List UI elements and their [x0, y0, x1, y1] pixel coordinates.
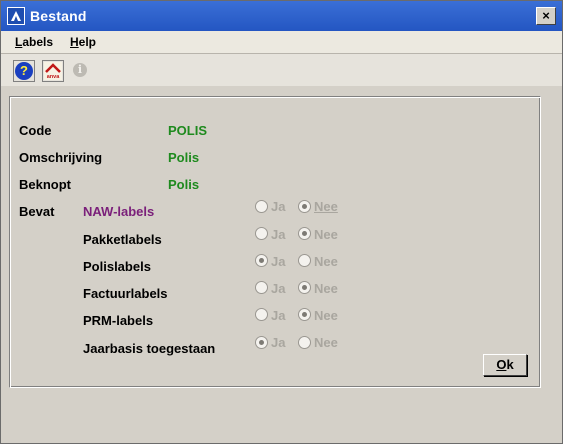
title-bar[interactable]: Bestand × — [1, 1, 562, 31]
prm-labels-nee-radio[interactable] — [298, 308, 311, 321]
factuurlabels-ja-label: Ja — [271, 281, 286, 296]
code-value: POLIS — [168, 123, 208, 138]
menu-help-mnemonic: H — [70, 35, 79, 49]
naw-labels-nee-radio[interactable] — [298, 200, 311, 213]
jaarbasis-ja-label: Ja — [271, 335, 286, 350]
factuurlabels-ja-radio[interactable] — [255, 281, 268, 294]
pakketlabels-nee-radio[interactable] — [298, 227, 311, 240]
jaarbasis-label: Jaarbasis toegestaan — [83, 341, 216, 356]
jaarbasis-nee-label: Nee — [314, 335, 338, 350]
omschrijving-value: Polis — [168, 150, 200, 165]
naw-labels-ja-label: Ja — [271, 199, 286, 214]
prm-labels-label: PRM-labels — [83, 313, 154, 328]
help-icon: ? — [15, 62, 33, 80]
menu-help-rest: elp — [78, 35, 97, 49]
factuurlabels-nee-radio[interactable] — [298, 281, 311, 294]
anva-logo-icon: anva — [44, 62, 62, 80]
close-button[interactable]: × — [536, 7, 556, 25]
app-logo-icon — [7, 7, 25, 25]
prm-labels-ja-label: Ja — [271, 308, 286, 323]
bestand-window: Bestand × Labels Help ? anva i Code POLI… — [0, 0, 563, 444]
help-button[interactable]: ? — [13, 60, 35, 82]
jaarbasis-nee-radio[interactable] — [298, 336, 311, 349]
prm-labels-nee-label: Nee — [314, 308, 338, 323]
menu-bar: Labels Help — [1, 31, 562, 54]
polislabels-label: Polislabels — [83, 259, 151, 274]
ok-button[interactable]: Ok — [483, 354, 527, 376]
pakketlabels-ja-radio[interactable] — [255, 227, 268, 240]
bevat-label: Bevat — [19, 204, 55, 219]
polislabels-nee-label: Nee — [314, 254, 338, 269]
beknopt-label: Beknopt — [19, 177, 71, 192]
omschrijving-label: Omschrijving — [19, 150, 103, 165]
polislabels-nee-radio[interactable] — [298, 254, 311, 267]
pakketlabels-ja-label: Ja — [271, 227, 286, 242]
polislabels-ja-radio[interactable] — [255, 254, 268, 267]
pakketlabels-nee-label: Nee — [314, 227, 338, 242]
window-title: Bestand — [30, 8, 87, 24]
anva-button[interactable]: anva — [42, 60, 64, 82]
factuurlabels-label: Factuurlabels — [83, 286, 168, 301]
menu-labels-rest: abels — [22, 35, 54, 49]
ok-rest: k — [506, 357, 514, 372]
prm-labels-ja-radio[interactable] — [255, 308, 268, 321]
menu-help[interactable]: Help — [70, 35, 96, 49]
menu-labels[interactable]: Labels — [15, 35, 53, 49]
jaarbasis-ja-radio[interactable] — [255, 336, 268, 349]
naw-labels-ja-radio[interactable] — [255, 200, 268, 213]
pakketlabels-label: Pakketlabels — [83, 232, 162, 247]
beknopt-value: Polis — [168, 177, 200, 192]
info-icon[interactable]: i — [73, 63, 87, 77]
naw-labels-nee-label: Nee — [314, 199, 338, 214]
naw-labels-label: NAW-labels — [83, 204, 155, 219]
ok-mnemonic: O — [496, 357, 507, 372]
code-label: Code — [19, 123, 52, 138]
anva-label: anva — [47, 74, 60, 80]
factuurlabels-nee-label: Nee — [314, 281, 338, 296]
polislabels-ja-label: Ja — [271, 254, 286, 269]
